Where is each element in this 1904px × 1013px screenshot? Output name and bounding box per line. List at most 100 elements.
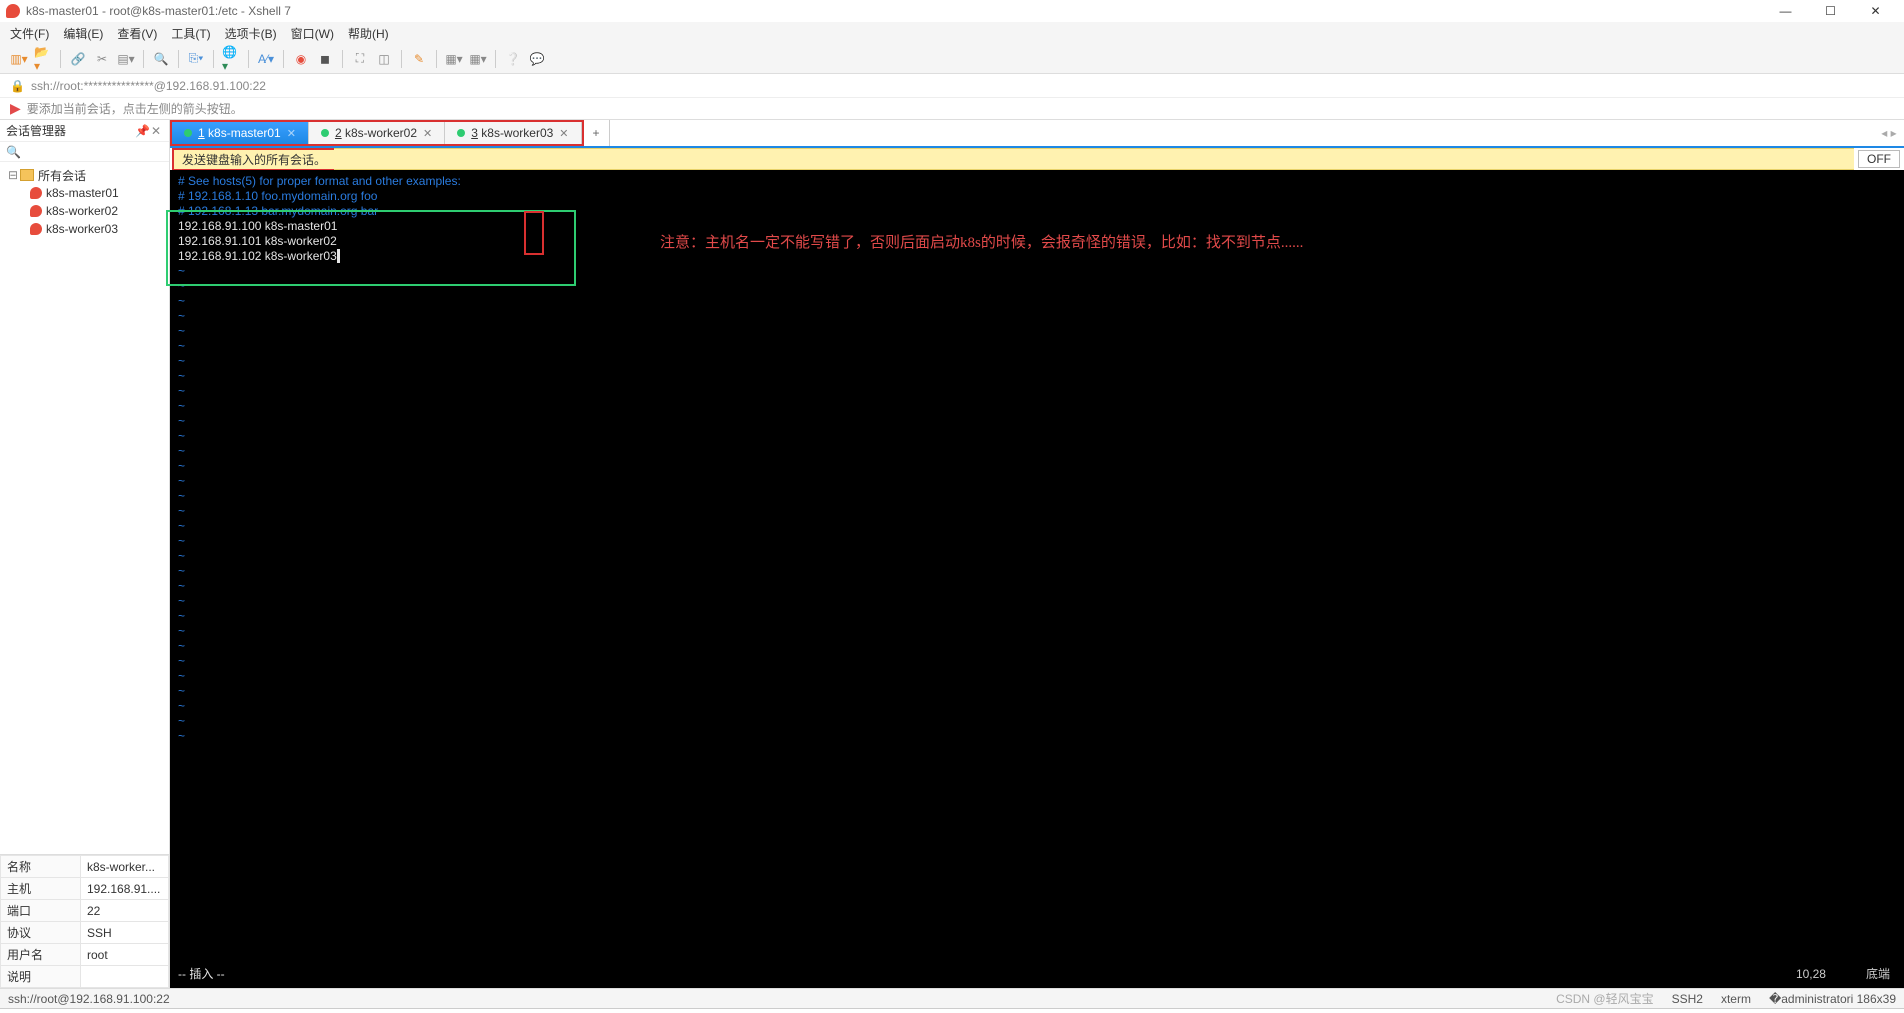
fullscreen-icon[interactable]: ⛶	[351, 50, 369, 68]
tab-add-button[interactable]: +	[584, 120, 610, 146]
term-loc: 底端	[1866, 967, 1890, 982]
link-icon[interactable]: 🔗	[69, 50, 87, 68]
properties-panel: 名称k8s-worker... 主机192.168.91.... 端口22 协议…	[0, 854, 169, 988]
open-icon[interactable]: 📂▾	[34, 50, 52, 68]
unlink-icon[interactable]: ✂	[93, 50, 111, 68]
term-tilde: ~	[178, 324, 1896, 339]
flag-icon: ▶	[10, 100, 21, 117]
chat-icon[interactable]: 💬	[528, 50, 546, 68]
sidebar-search[interactable]: 🔍	[0, 142, 169, 162]
term-line: 192.168.91.100 k8s-master01	[178, 219, 1896, 234]
status-dot-icon	[184, 129, 192, 137]
menu-tabs[interactable]: 选项卡(B)	[225, 25, 277, 42]
tree-root-label: 所有会话	[38, 167, 86, 184]
app-icon	[6, 4, 20, 18]
maximize-button[interactable]: ☐	[1808, 0, 1853, 22]
hint-text: 要添加当前会话，点击左侧的箭头按钮。	[27, 100, 243, 117]
tab-label: k8s-worker03	[481, 126, 553, 140]
globe-icon[interactable]: 🌐▾	[222, 50, 240, 68]
menu-view[interactable]: 查看(V)	[117, 25, 157, 42]
sidebar-title: 会话管理器	[6, 122, 66, 139]
term-status: 10,28 底端	[1796, 967, 1890, 982]
broadcast-off-button[interactable]: OFF	[1858, 150, 1900, 168]
term-tilde: ~	[178, 309, 1896, 324]
term-line: # 192.168.1.13 bar.mydomain.org bar	[178, 204, 1896, 219]
menu-edit[interactable]: 编辑(E)	[63, 25, 103, 42]
term-tilde: ~	[178, 489, 1896, 504]
copy-icon[interactable]: ⎘▾	[187, 50, 205, 68]
term-tilde: ~	[178, 594, 1896, 609]
toolbar: ▥▾ 📂▾ 🔗 ✂ ▤▾ 🔍 ⎘▾ 🌐▾ A⁄▾ ◉ ◼ ⛶ ◫ ✎ ▦▾ ▦▾…	[0, 44, 1904, 74]
prop-key: 名称	[1, 856, 81, 878]
status-size: �administratori 186x39	[1769, 992, 1896, 1006]
search-icon[interactable]: 🔍	[152, 50, 170, 68]
props-icon[interactable]: ▤▾	[117, 50, 135, 68]
status-dot-icon	[321, 129, 329, 137]
layout2-icon[interactable]: ▦▾	[469, 50, 487, 68]
term-line: 192.168.91.102 k8s-worker03	[178, 249, 337, 263]
session-icon	[30, 223, 42, 235]
tab-num: 3	[471, 126, 478, 140]
tab-close-icon[interactable]: ✕	[287, 127, 296, 140]
transparent-icon[interactable]: ◫	[375, 50, 393, 68]
hint-bar: ▶ 要添加当前会话，点击左侧的箭头按钮。	[0, 98, 1904, 120]
sidebar-close-icon[interactable]: ✕	[149, 124, 163, 138]
session-icon	[30, 205, 42, 217]
status-term: xterm	[1721, 992, 1751, 1006]
prop-val: 192.168.91....	[81, 878, 169, 900]
term-tilde: ~	[178, 339, 1896, 354]
terminal[interactable]: # See hosts(5) for proper format and oth…	[170, 170, 1904, 988]
menu-window[interactable]: 窗口(W)	[291, 25, 334, 42]
help-icon[interactable]: ❔	[504, 50, 522, 68]
tree-item-worker03[interactable]: k8s-worker03	[0, 220, 169, 238]
term-tilde: ~	[178, 459, 1896, 474]
folder-icon	[20, 169, 34, 181]
tab-nav-icon[interactable]: ◂ ▸	[1874, 120, 1904, 146]
tab-worker02[interactable]: 2 k8s-worker02 ✕	[309, 122, 445, 144]
annotation-text: 注意：主机名一定不能写错了，否则后面启动k8s的时候，会报奇怪的错误，比如：找不…	[660, 236, 1303, 251]
sidebar: 会话管理器 📌 ✕ 🔍 ⊟ 所有会话 k8s-master01 k8s-work…	[0, 120, 170, 988]
term-tilde: ~	[178, 399, 1896, 414]
tree-item-label: k8s-master01	[46, 186, 119, 200]
font-icon[interactable]: A⁄▾	[257, 50, 275, 68]
term-tilde: ~	[178, 714, 1896, 729]
prop-val	[81, 966, 169, 988]
tree-item-master01[interactable]: k8s-master01	[0, 184, 169, 202]
tree-item-worker02[interactable]: k8s-worker02	[0, 202, 169, 220]
term-tilde: ~	[178, 279, 1896, 294]
tab-close-icon[interactable]: ✕	[559, 127, 568, 140]
watermark: CSDN @轻风宝宝	[1556, 990, 1654, 1007]
address-bar[interactable]: 🔒 ssh://root:***************@192.168.91.…	[0, 74, 1904, 98]
collapse-icon[interactable]: ⊟	[8, 168, 20, 182]
new-session-icon[interactable]: ▥▾	[10, 50, 28, 68]
tab-master01[interactable]: 1 k8s-master01 ✕	[172, 122, 309, 144]
record-icon[interactable]: ◉	[292, 50, 310, 68]
pin-icon[interactable]: 📌	[135, 124, 149, 138]
layout1-icon[interactable]: ▦▾	[445, 50, 463, 68]
prop-val: SSH	[81, 922, 169, 944]
status-dot-icon	[457, 129, 465, 137]
tab-num: 1	[198, 126, 205, 140]
highlight-icon[interactable]: ✎	[410, 50, 428, 68]
status-conn: ssh://root@192.168.91.100:22	[8, 992, 170, 1006]
address-text: ssh://root:***************@192.168.91.10…	[31, 79, 266, 93]
stop-icon[interactable]: ◼	[316, 50, 334, 68]
taskbar: S 中 ⁝ 🎤 ↻ IU	[0, 1008, 1904, 1013]
term-tilde: ~	[178, 369, 1896, 384]
menu-file[interactable]: 文件(F)	[10, 25, 49, 42]
close-button[interactable]: ✕	[1853, 0, 1898, 22]
tree-root[interactable]: ⊟ 所有会话	[0, 166, 169, 184]
prop-val: k8s-worker...	[81, 856, 169, 878]
tab-worker03[interactable]: 3 k8s-worker03 ✕	[445, 122, 581, 144]
minimize-button[interactable]: —	[1763, 0, 1808, 22]
menu-tools[interactable]: 工具(T)	[171, 25, 210, 42]
tab-close-icon[interactable]: ✕	[423, 127, 432, 140]
prop-key: 端口	[1, 900, 81, 922]
term-tilde: ~	[178, 684, 1896, 699]
menubar: 文件(F) 编辑(E) 查看(V) 工具(T) 选项卡(B) 窗口(W) 帮助(…	[0, 22, 1904, 44]
term-tilde: ~	[178, 519, 1896, 534]
term-tilde: ~	[178, 699, 1896, 714]
term-tilde: ~	[178, 414, 1896, 429]
broadcast-bar: 发送键盘输入的所有会话。 OFF	[170, 148, 1904, 170]
menu-help[interactable]: 帮助(H)	[348, 25, 389, 42]
